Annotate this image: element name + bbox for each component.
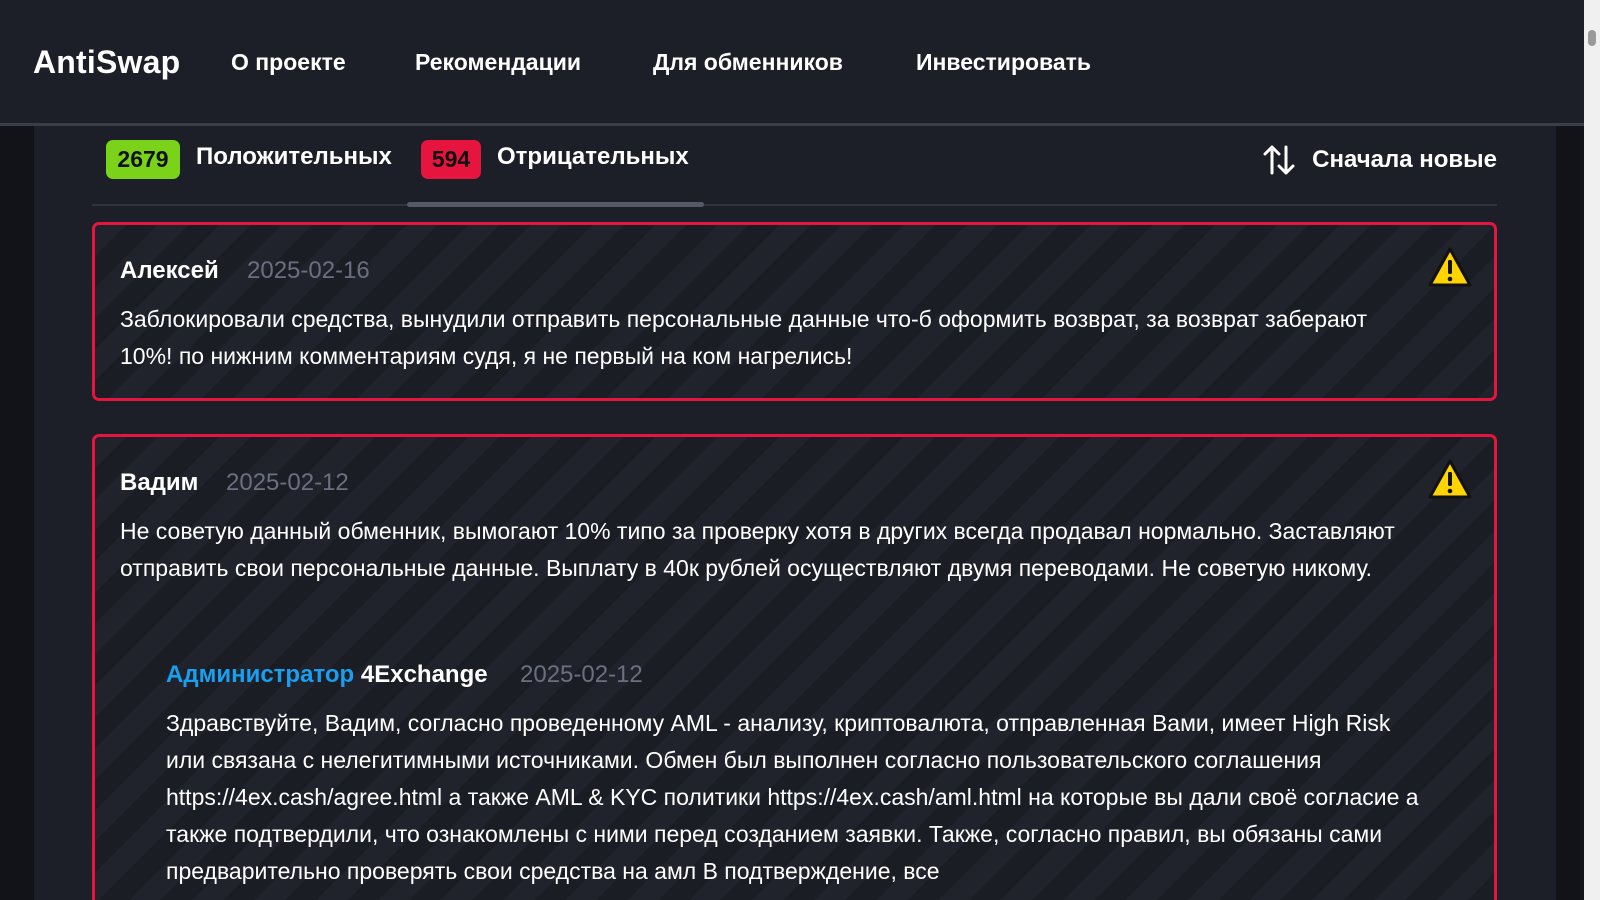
site-logo[interactable]: AntiSwap (33, 44, 180, 81)
negative-count-badge[interactable]: 594 (421, 140, 481, 179)
nav-recommendations[interactable]: Рекомендации (415, 49, 581, 76)
warning-icon (1428, 247, 1472, 287)
reply-role[interactable]: Администратор (166, 661, 354, 688)
active-tab-indicator (407, 202, 704, 207)
top-header: AntiSwap О проекте Рекомендации Для обме… (0, 0, 1584, 126)
nav-about[interactable]: О проекте (231, 49, 346, 76)
review-author: Алексей (120, 257, 219, 284)
review-date: 2025-02-16 (247, 257, 370, 284)
filter-positive[interactable]: Положительных (196, 143, 392, 171)
reviews-panel: 2679 Положительных 594 Отрицательных Сна… (34, 126, 1556, 900)
review-text: Не советую данный обменник, вымогают 10%… (120, 518, 1395, 581)
page-scrollbar[interactable] (1584, 0, 1600, 900)
review-card: Алексей 2025-02-16 Заблокировали средств… (92, 222, 1497, 401)
review-author: Вадим (120, 469, 199, 496)
sort-label: Сначала новые (1312, 146, 1497, 173)
reply-exchanger-name[interactable]: 4Exchange (361, 661, 488, 688)
review-filter-bar: 2679 Положительных 594 Отрицательных Сна… (92, 140, 1497, 190)
scrollbar-thumb[interactable] (1588, 30, 1596, 46)
reply-author: Администратор 4Exchange (166, 661, 488, 689)
positive-count-badge[interactable]: 2679 (106, 140, 180, 179)
reply-text: Здравствуйте, Вадим, согласно проведенно… (166, 710, 1419, 884)
nav-for-exchangers[interactable]: Для обменников (653, 49, 843, 76)
reply-date: 2025-02-12 (520, 661, 643, 688)
filter-negative[interactable]: Отрицательных (497, 143, 689, 171)
warning-icon (1428, 459, 1472, 499)
tabs-divider (92, 204, 1497, 206)
sort-toggle[interactable]: Сначала новые (1262, 140, 1497, 180)
review-card: Вадим 2025-02-12 Не советую данный обмен… (92, 434, 1497, 900)
review-text: Заблокировали средства, вынудили отправи… (120, 306, 1368, 369)
sort-arrows-icon (1262, 143, 1296, 177)
review-date: 2025-02-12 (226, 469, 349, 496)
nav-invest[interactable]: Инвестировать (916, 49, 1091, 76)
